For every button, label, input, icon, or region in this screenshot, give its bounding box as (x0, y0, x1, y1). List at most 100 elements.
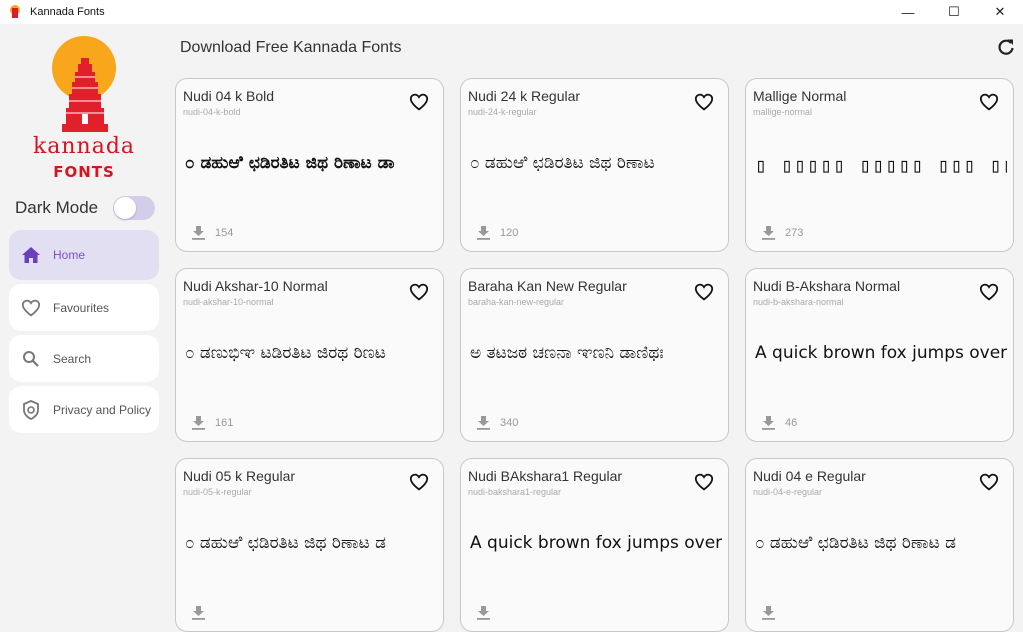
font-name: Baraha Kan New Regular (468, 278, 627, 294)
font-slug: nudi-04-k-bold (183, 107, 241, 117)
app-icon (9, 5, 21, 19)
dark-mode-row: Dark Mode (15, 196, 156, 220)
favourite-heart-icon[interactable] (979, 283, 999, 301)
download-icon (762, 226, 775, 240)
font-slug: nudi-04-e-regular (753, 487, 823, 497)
font-card[interactable]: Nudi Akshar-10 Normal nudi-akshar-10-nor… (175, 268, 444, 442)
toggle-knob (114, 197, 137, 219)
favourite-heart-icon[interactable] (979, 473, 999, 491)
font-card[interactable]: Mallige Normal mallige-normal ▯ ▯▯▯▯▯ ▯▯… (745, 78, 1014, 252)
refresh-icon[interactable] (997, 38, 1015, 56)
font-name: Nudi Akshar-10 Normal (183, 278, 328, 294)
sidebar-item-label: Privacy and Policy (53, 402, 152, 417)
sidebar-nav: Home Favourites Search Privacy and Polic… (9, 230, 159, 437)
logo-text: kannada (32, 134, 136, 159)
download-count: 340 (500, 417, 519, 429)
download-button[interactable]: 154 (192, 226, 233, 240)
download-icon (477, 226, 490, 240)
title-bar: Kannada Fonts — ☐ ✕ (0, 0, 1023, 24)
download-icon (192, 416, 205, 430)
sidebar: kannada FONTS Dark Mode Home Favourites … (0, 24, 168, 576)
temple-icon (62, 58, 108, 132)
font-card[interactable]: Baraha Kan New Regular baraha-kan-new-re… (460, 268, 729, 442)
favourite-heart-icon[interactable] (694, 473, 714, 491)
font-slug: baraha-kan-new-regular (468, 297, 565, 307)
font-slug: nudi-akshar-10-normal (183, 297, 274, 307)
font-card[interactable]: Nudi 04 k Bold nudi-04-k-bold ೦ ಡಹುಆಿ ಛಡ… (175, 78, 444, 252)
download-count: 120 (500, 227, 519, 239)
page-title: Download Free Kannada Fonts (180, 39, 402, 56)
favourite-heart-icon[interactable] (409, 283, 429, 301)
font-name: Nudi 04 e Regular (753, 468, 866, 484)
font-preview: A quick brown fox jumps over (470, 533, 722, 553)
download-icon (192, 606, 205, 620)
favourite-heart-icon[interactable] (409, 473, 429, 491)
sidebar-item-privacy[interactable]: Privacy and Policy (9, 386, 159, 433)
font-card[interactable]: Nudi 05 k Regular nudi-05-k-regular ೦ ಡಹ… (175, 458, 444, 632)
sidebar-item-label: Home (53, 248, 86, 262)
font-name: Nudi 04 k Bold (183, 88, 275, 104)
font-slug: nudi-24-k-regular (468, 107, 537, 117)
font-card[interactable]: Nudi B-Akshara Normal nudi-b-akshara-nor… (745, 268, 1014, 442)
download-button[interactable]: 120 (477, 226, 518, 240)
font-preview: ಅ ತಟಜಠ ಚಣನಾ ಞಣನಿ ಡಾಣಿಥಃ (470, 343, 664, 363)
font-name: Nudi BAkshara1 Regular (468, 468, 623, 484)
font-name: Nudi B-Akshara Normal (753, 278, 901, 294)
sidebar-item-search[interactable]: Search (9, 335, 159, 382)
download-count: 161 (215, 417, 234, 429)
download-icon (762, 416, 775, 430)
download-button[interactable] (762, 606, 785, 620)
window-title: Kannada Fonts (30, 6, 105, 18)
font-name: Nudi 05 k Regular (183, 468, 296, 484)
font-card[interactable]: Nudi 04 e Regular nudi-04-e-regular ೦ ಡಹ… (745, 458, 1014, 632)
favourite-heart-icon[interactable] (694, 93, 714, 111)
sidebar-item-home[interactable]: Home (9, 230, 159, 280)
font-name: Mallige Normal (753, 88, 847, 104)
logo-subtext: FONTS (53, 163, 115, 181)
download-button[interactable] (477, 606, 500, 620)
home-icon (21, 245, 41, 265)
font-slug: nudi-bakshara1-regular (468, 487, 562, 497)
dark-mode-label: Dark Mode (15, 198, 99, 217)
download-button[interactable]: 46 (762, 416, 797, 430)
download-count: 46 (785, 417, 798, 429)
font-slug: nudi-b-akshara-normal (753, 297, 844, 307)
font-preview: ೦ ಡಹುಆಿ ಛಡಿರತಿಟ ಜಿಥ ರಿಣಾಟ ಡ (755, 533, 956, 553)
download-icon (762, 606, 775, 620)
minimize-button[interactable]: — (885, 0, 931, 24)
font-preview: ▯ ▯▯▯▯▯ ▯▯▯▯▯ ▯▯▯ ▯▯▯▯▯ ▯ (755, 153, 1007, 177)
download-button[interactable]: 340 (477, 416, 518, 430)
download-count: 154 (215, 227, 234, 239)
font-card[interactable]: Nudi 24 k Regular nudi-24-k-regular ೦ ಡಹ… (460, 78, 729, 252)
favourite-heart-icon[interactable] (979, 93, 999, 111)
shield-icon (21, 399, 41, 420)
download-button[interactable]: 161 (192, 416, 233, 430)
app-logo: kannada FONTS (33, 36, 134, 186)
search-icon (21, 349, 41, 369)
font-preview: ೦ ಡಹುಆಿ ಛಡಿರತಿಟ ಜಿಥ ರಿಣಾಟ (470, 153, 655, 173)
download-button[interactable]: 273 (762, 226, 803, 240)
font-slug: nudi-05-k-regular (183, 487, 252, 497)
download-icon (477, 606, 490, 620)
sidebar-item-label: Search (53, 351, 92, 366)
sidebar-item-favourites[interactable]: Favourites (9, 284, 159, 331)
download-icon (192, 226, 205, 240)
maximize-button[interactable]: ☐ (931, 0, 977, 24)
download-count: 273 (785, 227, 804, 239)
download-icon (477, 416, 490, 430)
main-content: Download Free Kannada Fonts Nudi 04 k Bo… (168, 24, 1023, 632)
favourite-heart-icon[interactable] (409, 93, 429, 111)
heart-icon (21, 298, 41, 318)
font-card[interactable]: Nudi BAkshara1 Regular nudi-bakshara1-re… (460, 458, 729, 632)
dark-mode-toggle[interactable] (113, 196, 156, 220)
font-slug: mallige-normal (753, 107, 813, 117)
font-name: Nudi 24 k Regular (468, 88, 581, 104)
font-preview: ೦ ಡಹುಆಿ ಛಡಿರತಿಟ ಜಿಥ ರಿಣಾಟ ಡಾ (185, 153, 395, 173)
sidebar-item-label: Favourites (53, 300, 110, 315)
close-button[interactable]: ✕ (977, 0, 1023, 24)
favourite-heart-icon[interactable] (694, 283, 714, 301)
font-preview: A quick brown fox jumps over (755, 343, 1007, 363)
font-preview: ೦ ಡಣುಭಿಞ ಟಡಿರತಿಟ ಜಿರಥ ರಿಣಟ (185, 343, 386, 363)
font-preview: ೦ ಡಹುಆಿ ಛಡಿರತಿಟ ಜಿಥ ರಿಣಾಟ ಡ (185, 533, 386, 553)
download-button[interactable] (192, 606, 215, 620)
